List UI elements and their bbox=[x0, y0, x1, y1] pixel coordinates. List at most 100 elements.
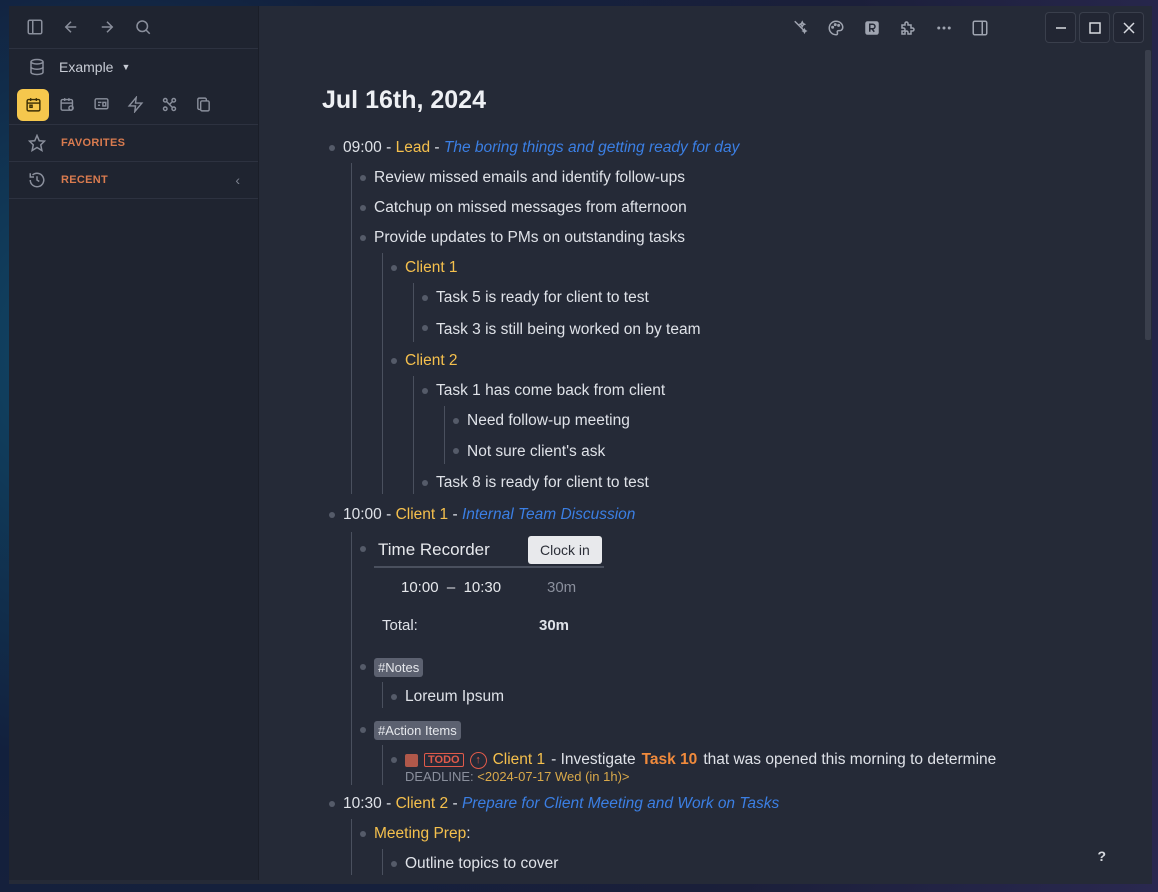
list-item[interactable]: Task 8 is ready for client to test bbox=[422, 468, 1122, 498]
page-ref-task10[interactable]: Task 10 bbox=[642, 751, 698, 769]
bullet[interactable] bbox=[360, 727, 366, 733]
sparkles-icon[interactable] bbox=[787, 15, 812, 40]
indent-guide bbox=[382, 253, 383, 494]
chevron-left-icon[interactable]: ‹ bbox=[235, 172, 240, 188]
flashcards-bolt-icon[interactable] bbox=[119, 89, 151, 121]
todo-item[interactable]: TODO ↑ Client 1 - Investigate Task 10 th… bbox=[391, 745, 1122, 775]
indent-guide bbox=[351, 163, 352, 494]
minimize-button[interactable] bbox=[1045, 12, 1076, 43]
list-item[interactable]: Outline topics to cover bbox=[391, 849, 1122, 879]
whiteboard-icon[interactable] bbox=[85, 89, 117, 121]
bullet[interactable] bbox=[329, 512, 335, 518]
block-description[interactable]: The boring things and getting ready for … bbox=[444, 139, 740, 157]
graph-name: Example bbox=[59, 59, 114, 75]
indent-guide bbox=[444, 406, 445, 464]
toggle-sidebar-icon[interactable] bbox=[23, 15, 47, 39]
list-item[interactable]: Task 3 is still being worked on by team bbox=[422, 313, 1122, 346]
r-plugin-icon[interactable] bbox=[859, 15, 884, 40]
client1-children: Task 5 is ready for client to test Task … bbox=[405, 283, 1122, 346]
list-item[interactable]: Not sure client's ask bbox=[453, 436, 1122, 468]
list-item[interactable]: Client 1 bbox=[391, 253, 1122, 283]
bullet[interactable] bbox=[329, 145, 335, 151]
graph-selector[interactable]: Example ▼ bbox=[9, 49, 258, 85]
page-ref-lead[interactable]: Lead bbox=[396, 139, 430, 157]
more-dots-icon[interactable] bbox=[931, 15, 956, 40]
bullet[interactable] bbox=[422, 325, 428, 331]
bullet[interactable] bbox=[360, 175, 366, 181]
palette-icon[interactable] bbox=[823, 15, 848, 40]
bullet[interactable] bbox=[453, 418, 459, 424]
bullet[interactable] bbox=[453, 448, 459, 454]
action-items-tag[interactable]: #Action Items bbox=[374, 720, 461, 740]
todo-text-b: that was opened this morning to determin… bbox=[703, 751, 997, 768]
list-item[interactable]: Need follow-up meeting bbox=[453, 406, 1122, 436]
page-ref-client1[interactable]: Client 1 bbox=[405, 259, 458, 277]
all-pages-icon[interactable] bbox=[187, 89, 219, 121]
bullet[interactable] bbox=[422, 295, 428, 301]
list-item[interactable]: Client 2 bbox=[391, 346, 1122, 376]
block-1030[interactable]: 10:30 - Client 2 - Prepare for Client Me… bbox=[329, 789, 1122, 819]
content-scrollbar[interactable] bbox=[1145, 50, 1151, 340]
bullet[interactable] bbox=[360, 664, 366, 670]
page-ref-client1[interactable]: Client 1 bbox=[396, 506, 449, 524]
bullet[interactable] bbox=[391, 757, 397, 763]
bullet[interactable] bbox=[329, 801, 335, 807]
bullet[interactable] bbox=[360, 831, 366, 837]
bullet[interactable] bbox=[391, 861, 397, 867]
bullet[interactable] bbox=[422, 480, 428, 486]
todo-marker[interactable]: TODO bbox=[424, 753, 464, 767]
prep-children: Outline topics to cover bbox=[374, 849, 1122, 879]
list-item[interactable]: Provide updates to PMs on outstanding ta… bbox=[360, 223, 1122, 253]
journals-calendar-icon[interactable] bbox=[17, 88, 49, 121]
todo-checkbox[interactable] bbox=[405, 753, 418, 767]
list-item[interactable]: Catchup on missed messages from afternoo… bbox=[360, 193, 1122, 223]
bullet[interactable] bbox=[391, 694, 397, 700]
end-time: 10:30 bbox=[463, 578, 502, 596]
close-button[interactable] bbox=[1113, 12, 1144, 43]
bullet[interactable] bbox=[391, 358, 397, 364]
list-item[interactable]: Loreum Ipsum bbox=[391, 682, 1122, 712]
list-item[interactable]: Meeting Prep: bbox=[360, 819, 1122, 849]
page-ref-meeting-prep[interactable]: Meeting Prep bbox=[374, 825, 466, 843]
graph-view-icon[interactable] bbox=[153, 89, 185, 121]
bullet[interactable] bbox=[360, 205, 366, 211]
priority-up-arrow-icon[interactable]: ↑ bbox=[469, 751, 487, 769]
search-icon[interactable] bbox=[131, 15, 155, 39]
list-item[interactable]: Task 1 has come back from client bbox=[422, 376, 1122, 406]
block-description[interactable]: Prepare for Client Meeting and Work on T… bbox=[462, 795, 779, 813]
page-ref-client2[interactable]: Client 2 bbox=[396, 795, 449, 813]
bullet[interactable] bbox=[422, 388, 428, 394]
item-text: Loreum Ipsum bbox=[405, 688, 505, 705]
plugins-puzzle-icon[interactable] bbox=[895, 15, 920, 40]
action-items-block[interactable]: #Action Items bbox=[360, 715, 1122, 745]
separator: - bbox=[386, 506, 392, 523]
bullet[interactable] bbox=[391, 265, 397, 271]
block-1000[interactable]: 10:00 - Client 1 - Internal Team Discuss… bbox=[329, 498, 1122, 532]
bullet[interactable] bbox=[360, 235, 366, 241]
back-arrow-icon[interactable] bbox=[59, 15, 83, 39]
clock-in-button[interactable]: Clock in bbox=[528, 536, 602, 564]
forward-arrow-icon[interactable] bbox=[95, 15, 119, 39]
bullet[interactable] bbox=[360, 546, 366, 552]
entry-duration: 30m bbox=[547, 578, 577, 596]
page-title[interactable]: Jul 16th, 2024 bbox=[322, 86, 1122, 115]
item-text: Outline topics to cover bbox=[405, 855, 559, 872]
toggle-right-sidebar-icon[interactable] bbox=[967, 15, 992, 40]
recent-section[interactable]: RECENT ‹ bbox=[9, 162, 258, 199]
maximize-button[interactable] bbox=[1079, 12, 1110, 43]
block-description[interactable]: Internal Team Discussion bbox=[462, 506, 635, 524]
total-label: Total: bbox=[382, 616, 418, 634]
block-0900[interactable]: 09:00 - Lead - The boring things and get… bbox=[329, 133, 1122, 163]
help-button[interactable]: ? bbox=[1097, 848, 1106, 864]
notes-tag[interactable]: #Notes bbox=[374, 657, 424, 677]
prep-colon: : bbox=[466, 825, 471, 842]
notes-block[interactable]: #Notes bbox=[360, 652, 1122, 682]
page-ref-client1[interactable]: Client 1 bbox=[493, 751, 546, 769]
calendar-star-icon[interactable] bbox=[51, 89, 83, 121]
list-item[interactable]: Review missed emails and identify follow… bbox=[360, 163, 1122, 193]
topbar-actions bbox=[787, 15, 992, 40]
list-item[interactable]: Task 5 is ready for client to test bbox=[422, 283, 1122, 313]
favorites-section[interactable]: FAVORITES bbox=[9, 125, 258, 162]
total-value: 30m bbox=[539, 616, 570, 634]
page-ref-client2[interactable]: Client 2 bbox=[405, 352, 458, 370]
